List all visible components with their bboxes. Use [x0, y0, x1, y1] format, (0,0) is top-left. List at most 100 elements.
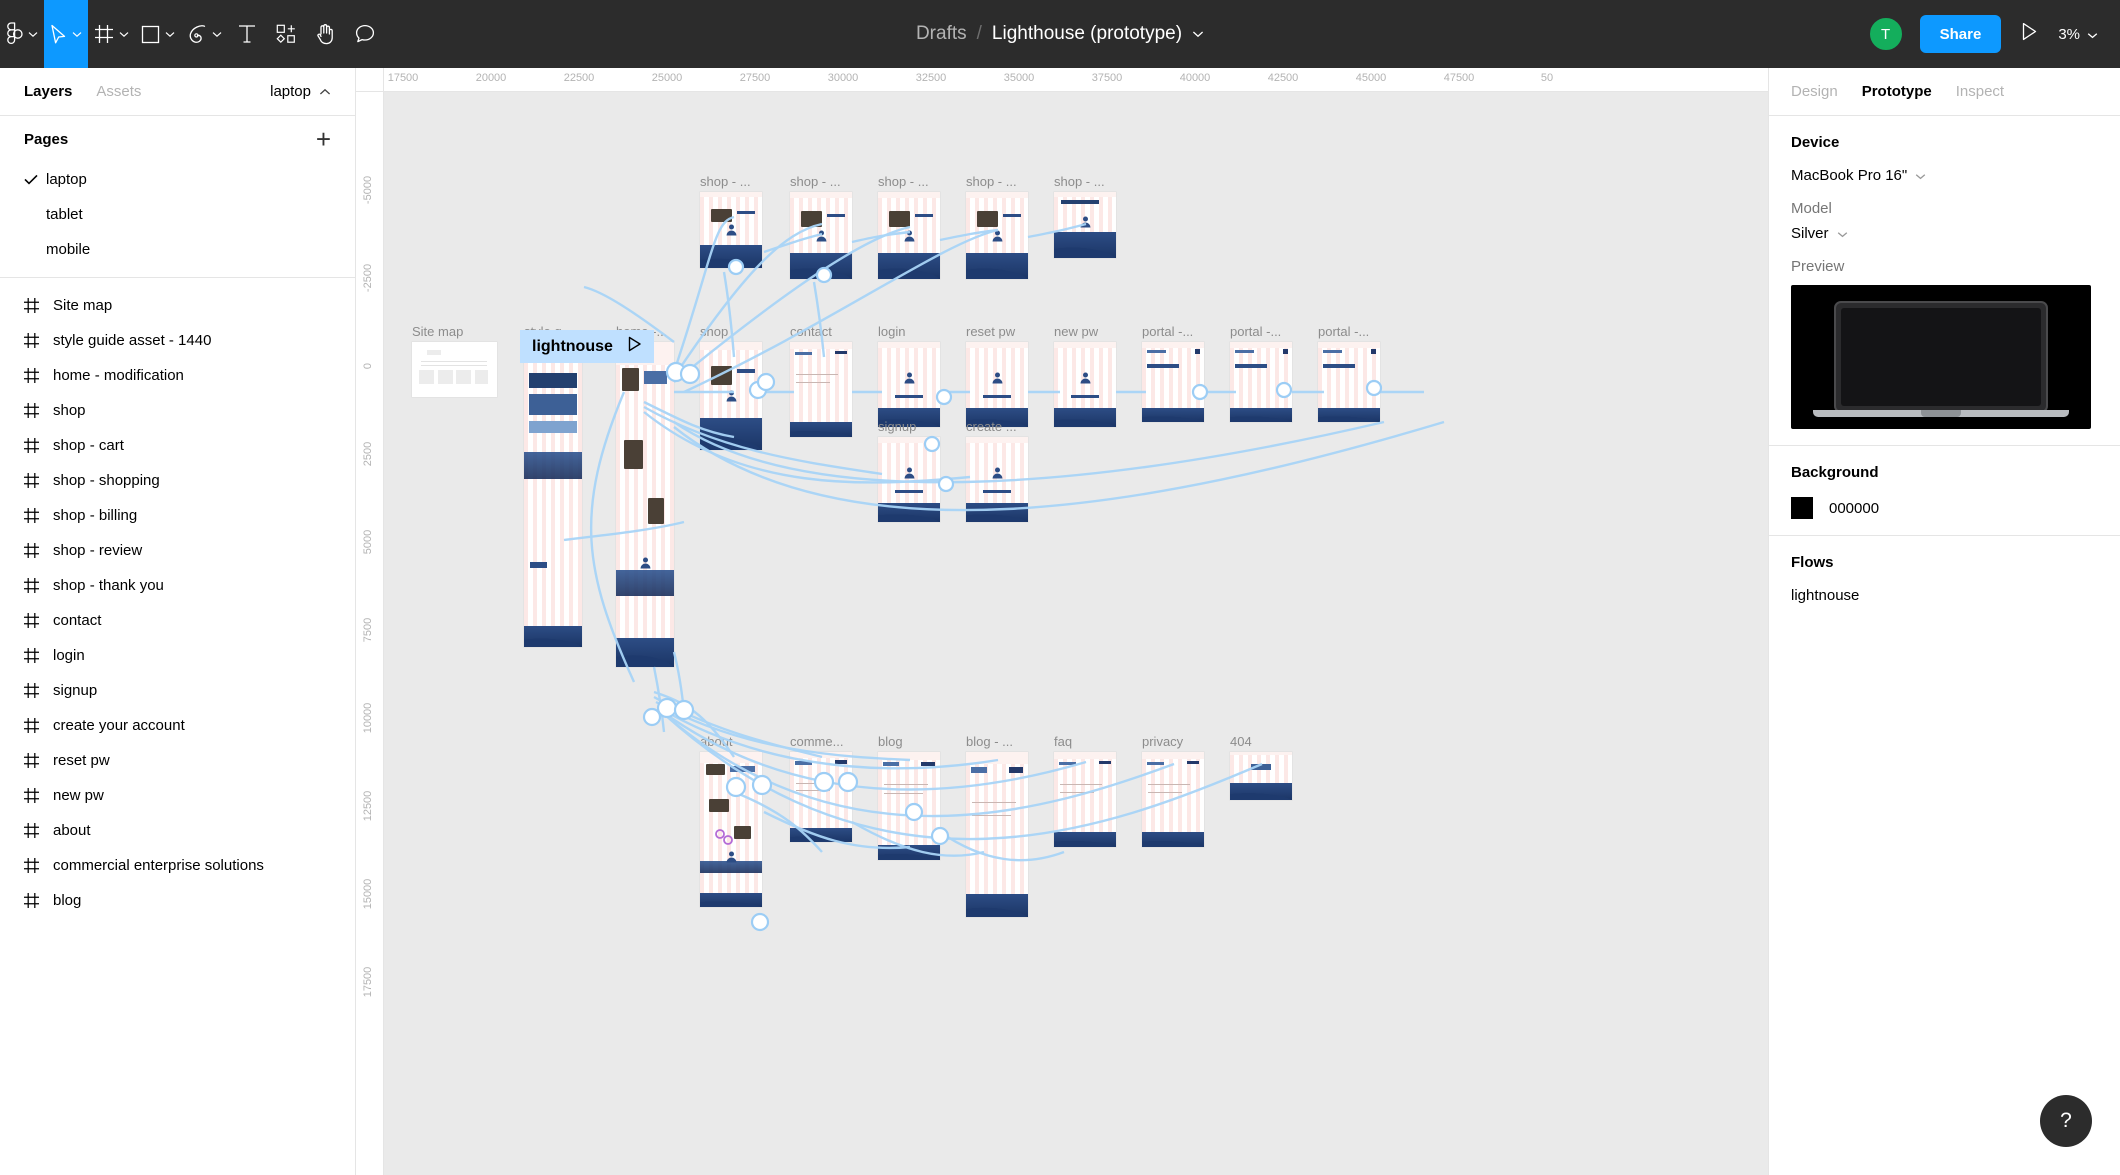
- tab-design[interactable]: Design: [1791, 83, 1838, 100]
- plus-icon[interactable]: +: [316, 126, 331, 152]
- frame-label[interactable]: signup: [878, 419, 916, 434]
- canvas-frame[interactable]: shop - ...: [790, 174, 852, 279]
- layer-item[interactable]: new pw: [0, 778, 355, 813]
- frame-label[interactable]: about: [700, 734, 733, 749]
- present-button[interactable]: [2017, 22, 2042, 46]
- frame-label[interactable]: create ...: [966, 419, 1017, 434]
- frame-thumbnail[interactable]: [878, 192, 940, 279]
- frame-label[interactable]: shop - ...: [966, 174, 1017, 189]
- frame-thumbnail[interactable]: [700, 342, 762, 450]
- figma-menu-button[interactable]: [0, 0, 44, 68]
- layer-item[interactable]: create your account: [0, 708, 355, 743]
- frame-thumbnail[interactable]: [524, 342, 582, 647]
- text-tool-button[interactable]: [228, 0, 266, 68]
- layer-item[interactable]: about: [0, 813, 355, 848]
- canvas-frame[interactable]: portal -...: [1142, 324, 1204, 422]
- canvas-frame[interactable]: 404: [1230, 734, 1292, 800]
- frame-thumbnail[interactable]: [412, 342, 497, 397]
- page-item-laptop[interactable]: laptop: [0, 162, 355, 197]
- frame-label[interactable]: reset pw: [966, 324, 1015, 339]
- background-color-row[interactable]: 000000: [1791, 497, 2098, 519]
- page-item-mobile[interactable]: mobile: [0, 232, 355, 267]
- canvas-frame[interactable]: reset pw: [966, 324, 1028, 427]
- layer-item[interactable]: commercial enterprise solutions: [0, 848, 355, 883]
- canvas-frame[interactable]: Site map: [412, 324, 497, 397]
- frame-thumbnail[interactable]: [1054, 752, 1116, 847]
- frame-thumbnail[interactable]: [1054, 192, 1116, 258]
- canvas-frame[interactable]: shop: [700, 324, 762, 450]
- frame-label[interactable]: Site map: [412, 324, 463, 339]
- flow-starting-point-badge[interactable]: lightnouse: [520, 330, 654, 363]
- frame-thumbnail[interactable]: [790, 752, 852, 842]
- canvas-frame[interactable]: shop - ...: [700, 174, 762, 268]
- canvas-frame[interactable]: contact: [790, 324, 852, 437]
- frame-label[interactable]: shop: [700, 324, 728, 339]
- frame-label[interactable]: shop - ...: [878, 174, 929, 189]
- frame-thumbnail[interactable]: [790, 342, 852, 437]
- frame-thumbnail[interactable]: [878, 752, 940, 860]
- canvas-frame[interactable]: shop - ...: [1054, 174, 1116, 258]
- frame-thumbnail[interactable]: [878, 342, 940, 427]
- page-selector[interactable]: laptop: [270, 83, 331, 100]
- tab-inspect[interactable]: Inspect: [1956, 83, 2004, 100]
- canvas-frame[interactable]: shop - ...: [878, 174, 940, 279]
- frame-label[interactable]: faq: [1054, 734, 1072, 749]
- tab-layers[interactable]: Layers: [24, 83, 72, 100]
- canvas-frame[interactable]: privacy: [1142, 734, 1204, 847]
- tab-prototype[interactable]: Prototype: [1862, 83, 1932, 100]
- frame-thumbnail[interactable]: [966, 752, 1028, 917]
- canvas-frame[interactable]: home -...: [616, 324, 674, 667]
- resources-tool-button[interactable]: [266, 0, 306, 68]
- tab-assets[interactable]: Assets: [96, 83, 141, 100]
- comment-tool-button[interactable]: [345, 0, 385, 68]
- share-button[interactable]: Share: [1919, 15, 2002, 53]
- breadcrumb-project[interactable]: Drafts: [916, 23, 967, 45]
- frame-thumbnail[interactable]: [790, 192, 852, 279]
- frame-thumbnail[interactable]: [1230, 752, 1292, 800]
- frame-label[interactable]: shop - ...: [700, 174, 751, 189]
- layer-item[interactable]: shop - review: [0, 533, 355, 568]
- frame-thumbnail[interactable]: [966, 437, 1028, 522]
- layer-item[interactable]: shop - shopping: [0, 463, 355, 498]
- color-swatch[interactable]: [1791, 497, 1813, 519]
- canvas-frame[interactable]: blog - ...: [966, 734, 1028, 917]
- frame-label[interactable]: contact: [790, 324, 832, 339]
- frame-thumbnail[interactable]: [878, 437, 940, 522]
- frame-label[interactable]: login: [878, 324, 905, 339]
- canvas-frame[interactable]: faq: [1054, 734, 1116, 847]
- canvas-frame[interactable]: portal -...: [1318, 324, 1380, 422]
- move-tool-button[interactable]: [44, 0, 88, 68]
- layer-item[interactable]: Site map: [0, 288, 355, 323]
- avatar[interactable]: T: [1867, 16, 1904, 52]
- frame-thumbnail[interactable]: [700, 192, 762, 268]
- breadcrumb-file-name[interactable]: Lighthouse (prototype): [992, 23, 1182, 45]
- canvas-frame[interactable]: style g...: [524, 324, 582, 647]
- frame-label[interactable]: blog: [878, 734, 903, 749]
- canvas-frame[interactable]: signup: [878, 419, 940, 522]
- canvas-frame[interactable]: create ...: [966, 419, 1028, 522]
- canvas-frame[interactable]: comme...: [790, 734, 852, 842]
- canvas-frame[interactable]: about: [700, 734, 762, 907]
- layer-item[interactable]: shop: [0, 393, 355, 428]
- frame-label[interactable]: privacy: [1142, 734, 1183, 749]
- frame-label[interactable]: portal -...: [1230, 324, 1281, 339]
- device-select[interactable]: MacBook Pro 16": [1791, 167, 2098, 184]
- layer-item[interactable]: reset pw: [0, 743, 355, 778]
- layer-item[interactable]: shop - thank you: [0, 568, 355, 603]
- layer-item[interactable]: blog: [0, 883, 355, 918]
- pen-tool-button[interactable]: [181, 0, 228, 68]
- frame-label[interactable]: shop - ...: [1054, 174, 1105, 189]
- frame-tool-button[interactable]: [88, 0, 135, 68]
- layer-item[interactable]: shop - billing: [0, 498, 355, 533]
- chevron-down-icon[interactable]: [1192, 30, 1204, 38]
- flow-item[interactable]: lightnouse: [1791, 587, 2098, 604]
- frame-thumbnail[interactable]: [1230, 342, 1292, 422]
- frame-thumbnail[interactable]: [1142, 752, 1204, 847]
- frame-thumbnail[interactable]: [616, 342, 674, 667]
- frame-label[interactable]: 404: [1230, 734, 1252, 749]
- canvas-frame[interactable]: portal -...: [1230, 324, 1292, 422]
- frame-label[interactable]: portal -...: [1318, 324, 1369, 339]
- layer-item[interactable]: login: [0, 638, 355, 673]
- layer-item[interactable]: signup: [0, 673, 355, 708]
- frame-label[interactable]: new pw: [1054, 324, 1098, 339]
